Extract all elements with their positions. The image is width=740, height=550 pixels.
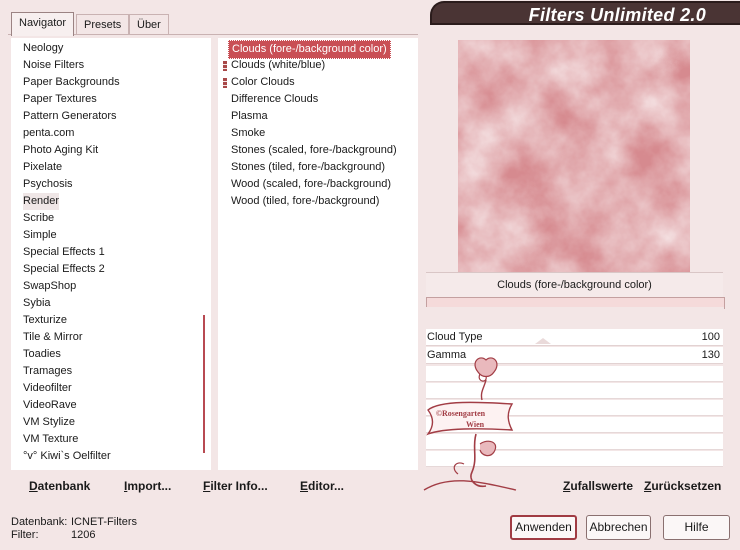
category-item[interactable]: Paper Textures bbox=[23, 91, 97, 108]
filter-item-label: Stones (tiled, fore-/background) bbox=[231, 161, 386, 173]
app-title: Filters Unlimited 2.0 bbox=[528, 5, 706, 25]
preview-caption: Clouds (fore-/background color) bbox=[426, 272, 723, 297]
parameter-value: 130 bbox=[701, 349, 720, 361]
status-filter-value: 1206 bbox=[71, 529, 96, 541]
category-item[interactable]: Paper Backgrounds bbox=[23, 74, 120, 91]
category-item[interactable]: VM Stylize bbox=[23, 414, 75, 431]
help-button[interactable]: Hilfe bbox=[663, 515, 730, 540]
filter-item-label: Clouds (white/blue) bbox=[231, 59, 326, 71]
filter-item-label: Color Clouds bbox=[231, 76, 295, 88]
category-item[interactable]: Special Effects 1 bbox=[23, 244, 105, 261]
filter-info-button[interactable]: Filter Info... bbox=[203, 479, 268, 493]
title-banner: Filters Unlimited 2.0 bbox=[430, 1, 740, 25]
tab-presets[interactable]: Presets bbox=[76, 14, 130, 35]
apply-button[interactable]: Anwenden bbox=[510, 515, 577, 540]
status-db-value: ICNET-Filters bbox=[71, 516, 137, 528]
category-item[interactable]: penta.com bbox=[23, 125, 74, 142]
category-item[interactable]: Pixelate bbox=[23, 159, 62, 176]
database-button[interactable]: Datenbank bbox=[29, 479, 90, 493]
filter-item-label: Wood (scaled, fore-/background) bbox=[231, 178, 391, 190]
watermark-line2: Wien bbox=[466, 420, 485, 429]
preview-image bbox=[458, 40, 690, 272]
parameter-label: Cloud Type bbox=[427, 331, 483, 343]
watermark-line1: ©Rosengarten bbox=[436, 409, 486, 418]
filter-item-label: Smoke bbox=[231, 127, 266, 139]
category-item[interactable]: Psychosis bbox=[23, 176, 73, 193]
filter-item[interactable]: Clouds (white/blue) bbox=[223, 57, 326, 74]
category-item[interactable]: Videofilter bbox=[23, 380, 72, 397]
parameter-value: 100 bbox=[701, 331, 720, 343]
filter-item[interactable]: Difference Clouds bbox=[231, 91, 318, 108]
status-db-label: Datenbank: bbox=[11, 516, 68, 528]
parameter-row[interactable]: Cloud Type 100 bbox=[426, 329, 723, 346]
status-filter-label: Filter: bbox=[11, 529, 39, 541]
category-item[interactable]: Texturize bbox=[23, 312, 67, 329]
filter-item[interactable]: Wood (scaled, fore-/background) bbox=[231, 176, 391, 193]
cancel-button[interactable]: Abbrechen bbox=[586, 515, 651, 540]
category-item[interactable]: Scribe bbox=[23, 210, 54, 227]
category-item[interactable]: VideoRave bbox=[23, 397, 77, 414]
category-item[interactable]: Render bbox=[23, 193, 60, 210]
category-item[interactable]: Tile & Mirror bbox=[23, 329, 82, 346]
watermark-logo: ©Rosengarten Wien bbox=[420, 352, 520, 497]
filter-item[interactable]: Wood (tiled, fore-/background) bbox=[231, 193, 379, 210]
category-item[interactable]: Pattern Generators bbox=[23, 108, 117, 125]
filter-item-label: Stones (scaled, fore-/background) bbox=[231, 144, 397, 156]
filter-item[interactable]: Smoke bbox=[231, 125, 265, 142]
filter-item-label: Difference Clouds bbox=[231, 93, 319, 105]
category-item[interactable]: Photo Aging Kit bbox=[23, 142, 98, 159]
filter-item[interactable]: Stones (tiled, fore-/background) bbox=[231, 159, 385, 176]
category-item[interactable]: Neology bbox=[23, 40, 63, 57]
favorite-marker-icon bbox=[223, 61, 227, 71]
favorite-marker-icon bbox=[223, 78, 227, 88]
category-item[interactable]: VM Texture bbox=[23, 431, 78, 448]
filter-item[interactable]: Color Clouds bbox=[223, 74, 295, 91]
category-item[interactable]: Tramages bbox=[23, 363, 72, 380]
editor-button[interactable]: Editor... bbox=[300, 479, 344, 493]
filter-item-label: Plasma bbox=[231, 110, 268, 122]
import-button[interactable]: Import... bbox=[124, 479, 171, 493]
category-item[interactable]: Sybia bbox=[23, 295, 51, 312]
filter-item-label: Clouds (fore-/background color) bbox=[232, 43, 387, 55]
slider-indicator bbox=[535, 338, 551, 344]
category-item[interactable]: Special Effects 2 bbox=[23, 261, 105, 278]
category-item[interactable]: Toadies bbox=[23, 346, 61, 363]
category-scrollbar[interactable] bbox=[203, 315, 205, 453]
filter-item[interactable]: Plasma bbox=[231, 108, 268, 125]
category-item[interactable]: SwapShop bbox=[23, 278, 76, 295]
category-item[interactable]: Simple bbox=[23, 227, 57, 244]
reset-button[interactable]: Zurücksetzen bbox=[644, 479, 721, 493]
filter-item[interactable]: Stones (scaled, fore-/background) bbox=[231, 142, 397, 159]
filter-item-label: Wood (tiled, fore-/background) bbox=[231, 195, 380, 207]
category-item[interactable]: Noise Filters bbox=[23, 57, 84, 74]
random-values-button[interactable]: Zufallswerte bbox=[563, 479, 633, 493]
tab-about[interactable]: Über bbox=[129, 14, 169, 35]
tab-navigator[interactable]: Navigator bbox=[11, 12, 75, 36]
category-item[interactable]: °v° Kiwi`s Oelfilter bbox=[23, 448, 111, 465]
